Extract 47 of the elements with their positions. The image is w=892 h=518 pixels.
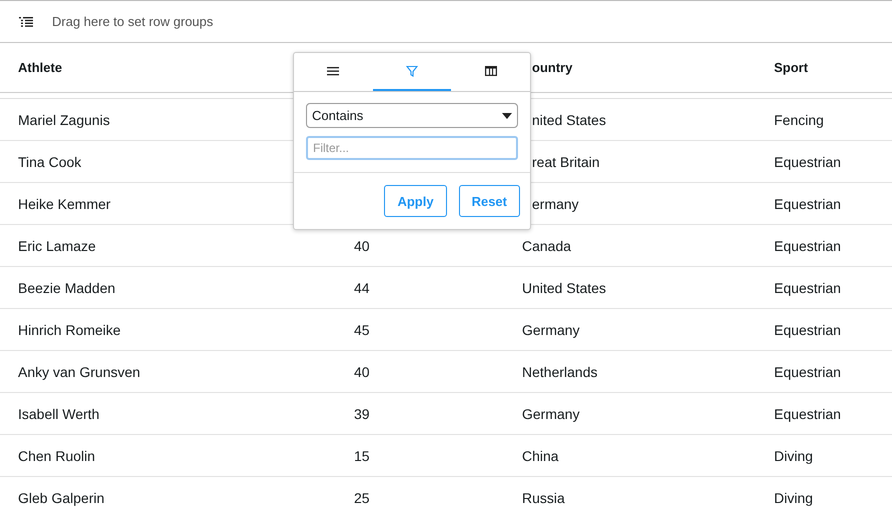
table-cell-text: 40 [353, 238, 371, 254]
table-cell-text: Diving [773, 448, 814, 464]
table-cell-text: Equestrian [773, 364, 842, 380]
table-cell-text: Germany [521, 406, 581, 422]
table-cell-text: United States [521, 280, 608, 296]
table-cell-text: Anky van Grunsven [17, 364, 142, 380]
table-cell-text: Equestrian [773, 406, 842, 422]
table-cell-text: Canada [521, 238, 572, 254]
column-header[interactable]: ountry [532, 60, 756, 75]
menu-icon [327, 66, 340, 76]
table-cell-text: nited States [532, 112, 607, 128]
table-cell-text: Tina Cook [17, 154, 82, 170]
table-cell-text: Diving [773, 490, 814, 506]
columns-icon [484, 66, 497, 76]
row-group-drop-zone[interactable]: Drag here to set row groups [0, 1, 892, 43]
table-cell-text: Eric Lamaze [17, 238, 97, 254]
table-cell-text: Equestrian [773, 154, 842, 170]
table-cell-text: Russia [521, 490, 566, 506]
table-cell-text: Equestrian [773, 322, 842, 338]
table-cell-text: Germany [521, 322, 581, 338]
condition-dropdown[interactable]: Contains [306, 103, 518, 128]
table-cell-text: Beezie Madden [17, 280, 116, 296]
table-cell-text: Fencing [773, 112, 825, 128]
table-cell-text: 45 [353, 322, 371, 338]
filter-icon [406, 65, 418, 77]
table-cell-text: Gleb Galperin [17, 490, 106, 506]
table-cell-text: Netherlands [521, 364, 598, 380]
table-cell-text: Hinrich Romeike [17, 322, 122, 338]
table-cell-text: Heike Kemmer [17, 196, 112, 212]
table-cell-text: 15 [353, 448, 371, 464]
table-cell-text: China [521, 448, 560, 464]
filter-input[interactable]: Filter... [306, 136, 518, 160]
table-cell-text: Isabell Werth [17, 406, 100, 422]
table-cell-text: Equestrian [773, 280, 842, 296]
table-cell-text: 39 [353, 406, 371, 422]
table-cell-text: 25 [353, 490, 371, 506]
table-cell-text: Chen Ruolin [17, 448, 96, 464]
row-group-placeholder: Drag here to set row groups [52, 14, 214, 29]
table-cell-text: Equestrian [773, 238, 842, 254]
table-cell-text: ermany [532, 196, 580, 212]
table-cell-text: reat Britain [532, 154, 601, 170]
column-header[interactable]: Sport [756, 60, 892, 75]
table-cell-text: Equestrian [773, 196, 842, 212]
table-cell-text: 44 [353, 280, 371, 296]
caret-icon [502, 112, 512, 118]
table-cell-text: 40 [353, 364, 371, 380]
list-icon [19, 16, 33, 26]
